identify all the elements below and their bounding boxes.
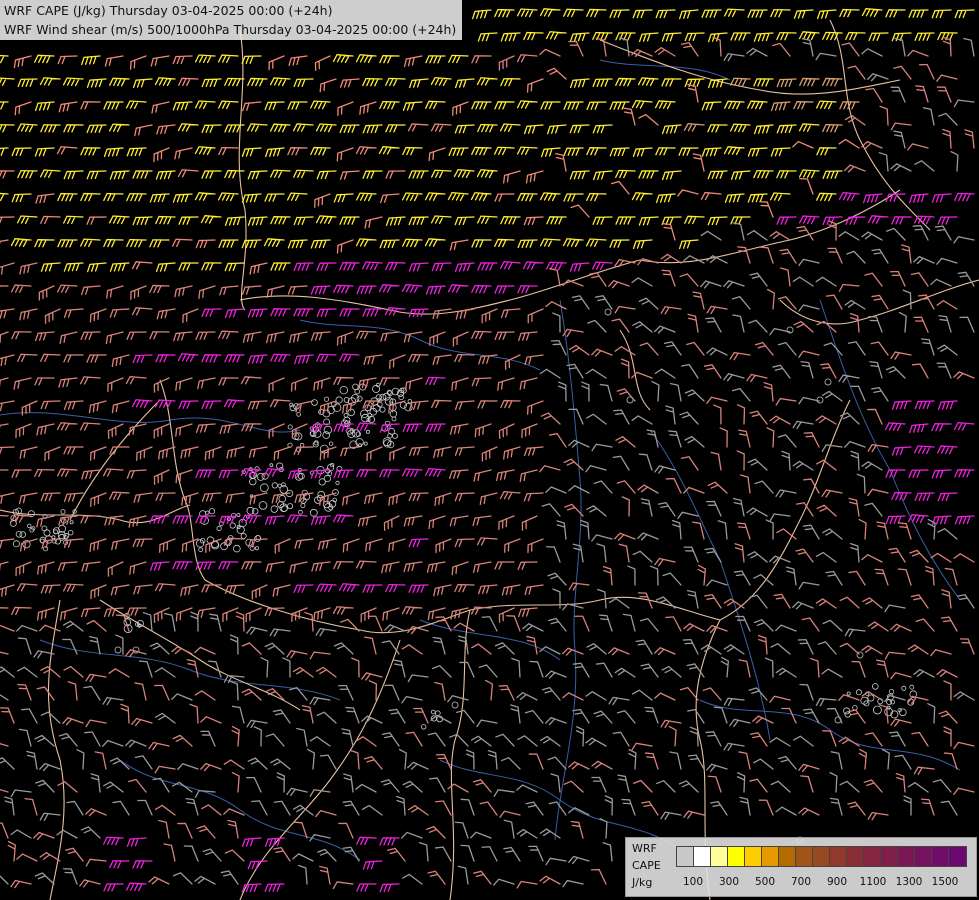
legend-swatch [898,847,915,866]
legend-tick-label: 900 [826,876,848,888]
legend-swatch [915,847,932,866]
legend-swatch [949,847,966,866]
legend-swatch [694,847,711,866]
legend-color-scale [676,846,967,867]
legend-tick-label: 500 [754,876,776,888]
legend-swatch [847,847,864,866]
legend-label-variable: CAPE [632,859,661,872]
cape-legend: WRF CAPE J/kg 100 300 500 700 900 1100 1300 150… [625,837,977,897]
legend-swatch [728,847,745,866]
legend-swatch [677,847,694,866]
legend-swatch [796,847,813,866]
legend-swatch [779,847,796,866]
legend-swatch [711,847,728,866]
legend-swatch [745,847,762,866]
legend-tick-label: 1300 [895,876,923,888]
map-title-box: WRF CAPE (J/kg) Thursday 03-04-2025 00:0… [0,0,463,40]
cape-title: WRF CAPE (J/kg) Thursday 03-04-2025 00:0… [4,3,333,18]
legend-swatch [830,847,847,866]
legend-swatch [864,847,881,866]
legend-tick-label: 700 [790,876,812,888]
legend-swatch [932,847,949,866]
legend-tick-label: 1100 [859,876,887,888]
legend-swatch [762,847,779,866]
legend-swatch [881,847,898,866]
legend-swatch [813,847,830,866]
legend-tick-label: 300 [718,876,740,888]
legend-tick-label: 100 [682,876,704,888]
wind-shear-title: WRF Wind shear (m/s) 500/1000hPa Thursda… [4,22,457,37]
legend-tick-label: 1500 [931,876,959,888]
legend-label-unit: J/kg [632,876,653,889]
wind-shear-map [0,0,979,900]
legend-label-model: WRF [632,842,657,855]
legend-tick-labels: 100 300 500 700 900 1100 1300 1500 [676,876,976,890]
